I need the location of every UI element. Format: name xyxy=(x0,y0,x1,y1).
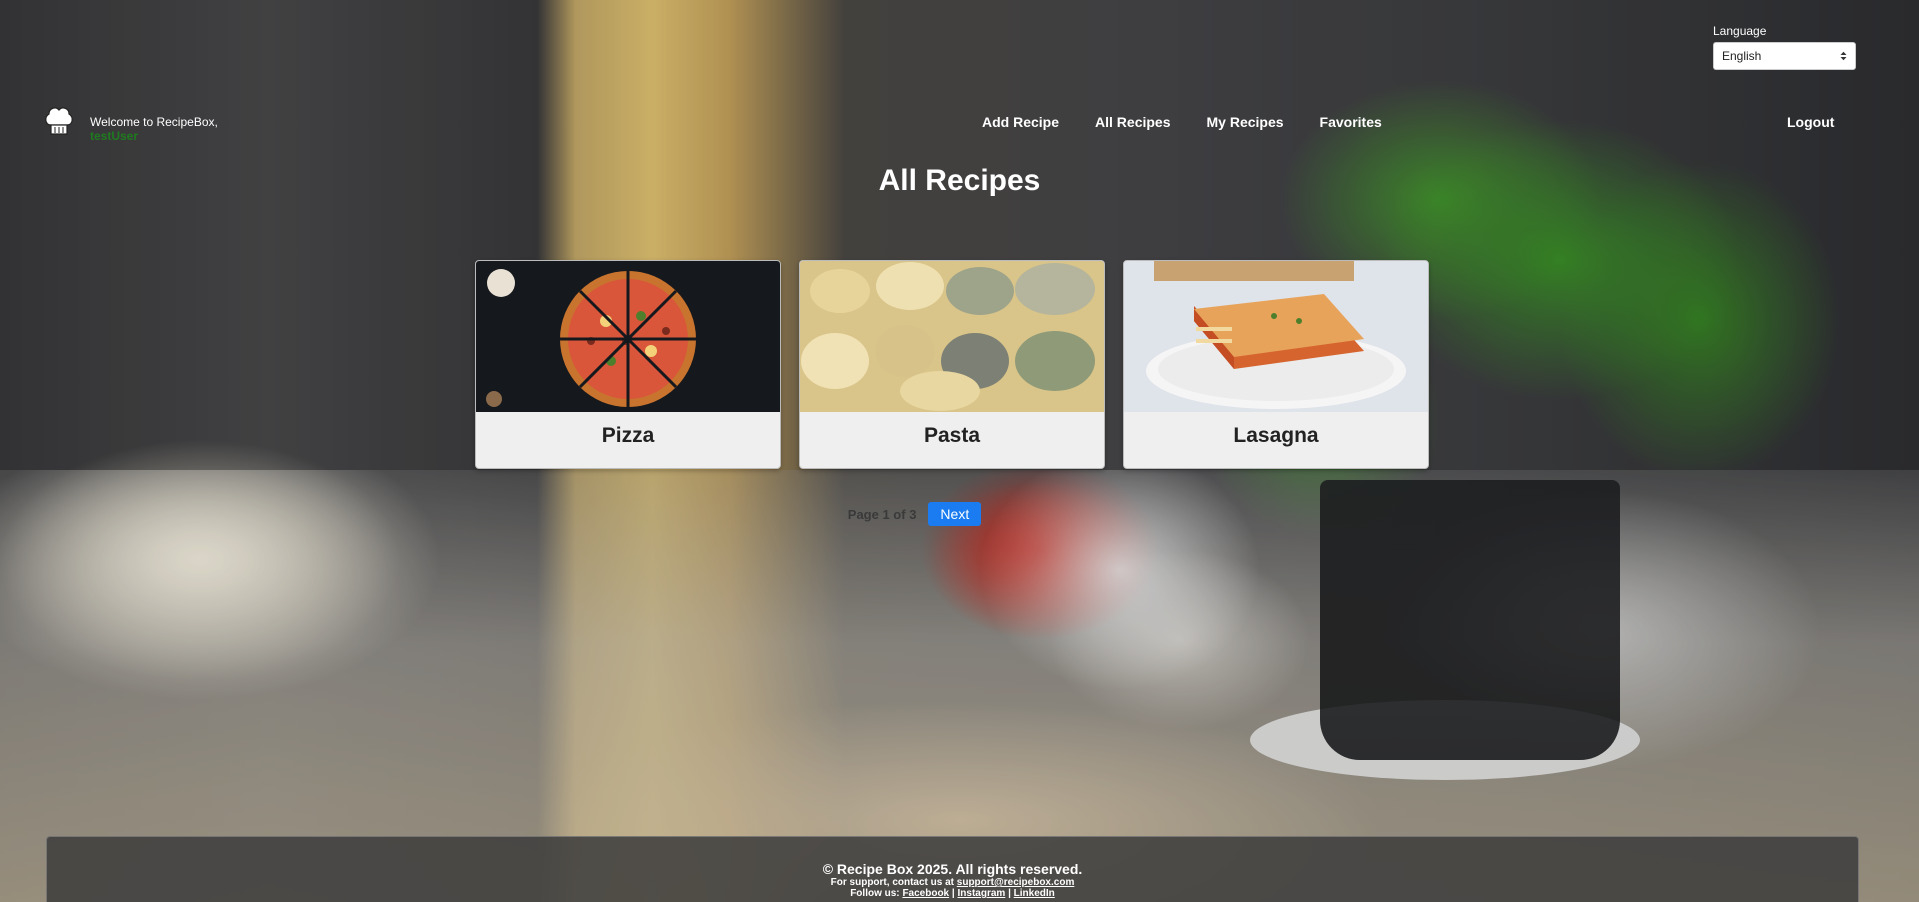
footer-social: Follow us: Facebook | Instagram | Linked… xyxy=(47,888,1858,899)
page-title: All Recipes xyxy=(878,164,1041,197)
main-nav: Add Recipe All Recipes My Recipes Favori… xyxy=(982,114,1382,130)
footer-copyright: © Recipe Box 2025. All rights reserved. xyxy=(822,861,1083,877)
recipe-card-lasagna[interactable]: Lasagna xyxy=(1123,260,1429,469)
support-prefix: For support, contact us at xyxy=(830,877,954,888)
recipe-image-pasta xyxy=(800,261,1104,412)
recipe-grid: Pizza Pasta Lasagna xyxy=(475,260,1429,469)
brand: Welcome to RecipeBox, testUser xyxy=(44,105,218,143)
page: Language English Welcome to RecipeBox, t… xyxy=(0,0,1919,902)
separator: | xyxy=(1008,888,1011,899)
language-select[interactable]: English xyxy=(1713,42,1856,70)
language-label: Language xyxy=(1713,24,1767,38)
support-email-link[interactable]: support@recipebox.com xyxy=(957,877,1075,888)
recipe-card-pasta[interactable]: Pasta xyxy=(799,260,1105,469)
nav-favorites[interactable]: Favorites xyxy=(1320,114,1382,130)
nav-all-recipes[interactable]: All Recipes xyxy=(1095,114,1170,130)
page-indicator: Page 1 of 3 xyxy=(847,506,917,522)
footer-support: For support, contact us at support@recip… xyxy=(47,877,1858,888)
follow-prefix: Follow us: xyxy=(850,888,900,899)
chef-hat-icon xyxy=(45,107,73,135)
welcome-message: Welcome to RecipeBox, testUser xyxy=(90,105,218,143)
recipe-image-pizza xyxy=(476,261,780,412)
facebook-link[interactable]: Facebook xyxy=(902,888,949,899)
recipe-image-lasagna xyxy=(1124,261,1428,412)
welcome-text: Welcome to RecipeBox, xyxy=(90,115,218,129)
linkedin-link[interactable]: LinkedIn xyxy=(1014,888,1055,899)
instagram-link[interactable]: Instagram xyxy=(958,888,1006,899)
recipe-title: Lasagna xyxy=(1233,424,1319,447)
footer: © Recipe Box 2025. All rights reserved. … xyxy=(46,836,1859,902)
username: testUser xyxy=(90,129,139,143)
select-caret-icon xyxy=(1840,51,1847,61)
nav-add-recipe[interactable]: Add Recipe xyxy=(982,114,1059,130)
next-page-button[interactable]: Next xyxy=(928,502,982,526)
recipe-card-pizza[interactable]: Pizza xyxy=(475,260,781,469)
language-selector: Language English xyxy=(1713,24,1858,70)
separator: | xyxy=(951,888,955,899)
logout-link[interactable]: Logout xyxy=(1787,114,1834,130)
recipe-title: Pizza xyxy=(601,424,655,447)
pagination: Page 1 of 3 Next xyxy=(0,502,1919,526)
nav-my-recipes[interactable]: My Recipes xyxy=(1207,114,1284,130)
language-selected-value: English xyxy=(1722,49,1762,63)
recipe-title: Pasta xyxy=(923,424,981,447)
